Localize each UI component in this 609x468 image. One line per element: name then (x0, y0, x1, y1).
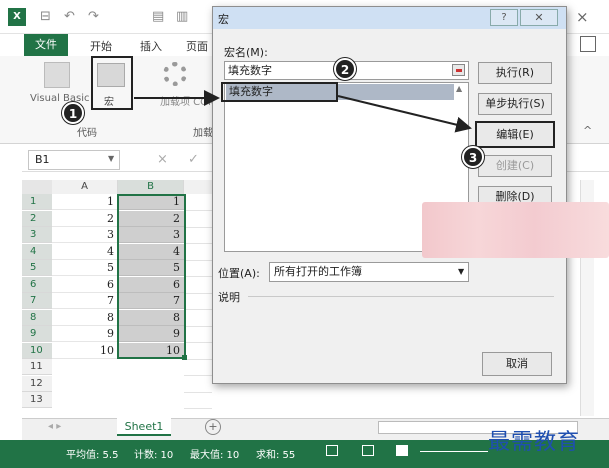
step-marker-2: 2 (334, 58, 356, 80)
annotation-arrows (134, 90, 472, 133)
arrow-to-edit (337, 95, 472, 133)
step-marker-1: 1 (62, 102, 84, 124)
step-marker-3: 3 (462, 146, 484, 168)
